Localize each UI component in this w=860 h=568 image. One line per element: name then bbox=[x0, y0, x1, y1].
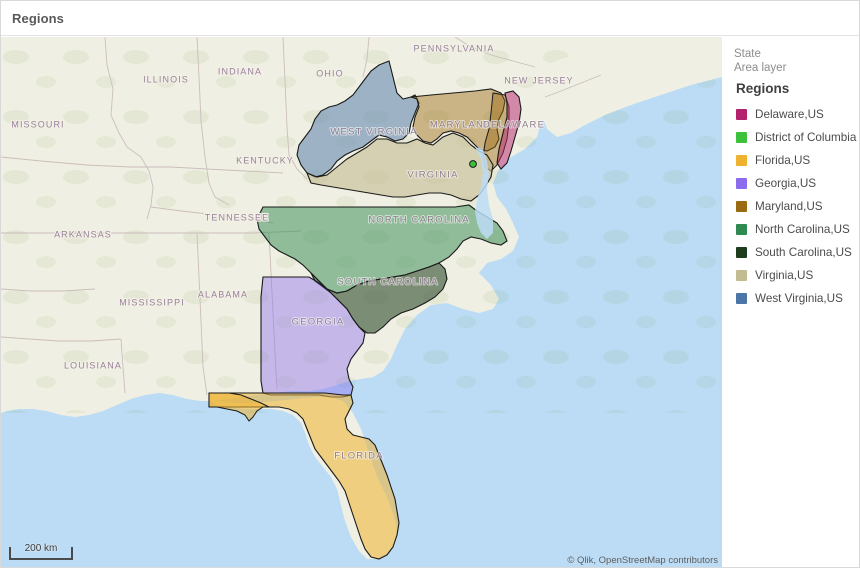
region-label: WEST VIRGINIA bbox=[330, 127, 417, 138]
legend-item-label: Maryland,US bbox=[755, 200, 823, 213]
legend-item-label: South Carolina,US bbox=[755, 246, 852, 259]
legend-color-swatch bbox=[736, 109, 747, 120]
legend-item[interactable]: Maryland,US bbox=[736, 195, 859, 218]
state-label: MISSISSIPPI bbox=[119, 297, 185, 307]
map-attribution: © Qlik, OpenStreetMap contributors bbox=[567, 555, 718, 566]
legend-color-swatch bbox=[736, 155, 747, 166]
legend-color-swatch bbox=[736, 132, 747, 143]
region-label: GEORGIA bbox=[292, 317, 345, 328]
map-svg: ILLINOIS INDIANA OHIO PENNSYLVANIA NEW JERSE… bbox=[1, 37, 722, 567]
region-label: NORTH CAROLINA bbox=[368, 215, 470, 226]
region-label: DELAWARE bbox=[483, 120, 545, 131]
legend-item[interactable]: Delaware,US bbox=[736, 103, 859, 126]
legend-color-swatch bbox=[736, 201, 747, 212]
legend-item-label: Georgia,US bbox=[755, 177, 817, 190]
scale-bar: 200 km bbox=[9, 543, 73, 560]
legend-item[interactable]: Virginia,US bbox=[736, 264, 859, 287]
region-label: VIRGINIA bbox=[407, 170, 458, 181]
legend-item-label: North Carolina,US bbox=[755, 223, 850, 236]
legend-item[interactable]: District of Columbia bbox=[736, 126, 859, 149]
legend-item[interactable]: West Virginia,US bbox=[736, 287, 859, 310]
state-label: PENNSYLVANIA bbox=[414, 43, 495, 53]
scale-bar-label: 200 km bbox=[24, 543, 58, 554]
legend-item[interactable]: North Carolina,US bbox=[736, 218, 859, 241]
region-district-of-columbia bbox=[469, 160, 477, 168]
chart-header: Regions bbox=[1, 1, 859, 36]
legend-dimension-name: State bbox=[734, 48, 761, 60]
state-label: ALABAMA bbox=[198, 289, 248, 299]
map-visualization: Regions ILLINOIS INDIANA OHIO PENNSYLVAN… bbox=[0, 0, 860, 568]
legend-item[interactable]: South Carolina,US bbox=[736, 241, 859, 264]
state-label: NEW JERSEY bbox=[504, 75, 574, 85]
legend-item-label: Florida,US bbox=[755, 154, 811, 167]
map-canvas[interactable]: ILLINOIS INDIANA OHIO PENNSYLVANIA NEW JERSE… bbox=[1, 37, 722, 567]
legend-color-swatch bbox=[736, 224, 747, 235]
map-legend: State Area layer Regions Delaware,US Dist… bbox=[723, 37, 859, 567]
legend-layer-name: Area layer bbox=[734, 62, 787, 74]
page-title: Regions bbox=[12, 10, 64, 26]
state-label: INDIANA bbox=[218, 66, 262, 76]
state-label: KENTUCKY bbox=[236, 155, 294, 165]
legend-item-label: Virginia,US bbox=[755, 269, 814, 282]
legend-item-label: Delaware,US bbox=[755, 108, 824, 121]
legend-item[interactable]: Georgia,US bbox=[736, 172, 859, 195]
state-label: ILLINOIS bbox=[143, 74, 189, 84]
legend-color-swatch bbox=[736, 293, 747, 304]
legend-item[interactable]: Florida,US bbox=[736, 149, 859, 172]
legend-color-swatch bbox=[736, 270, 747, 281]
state-label: LOUISIANA bbox=[64, 360, 122, 370]
state-label: ARKANSAS bbox=[54, 229, 112, 239]
legend-color-swatch bbox=[736, 247, 747, 258]
legend-item-label: West Virginia,US bbox=[755, 292, 843, 305]
region-label: SOUTH CAROLINA bbox=[337, 277, 438, 288]
state-label: MISSOURI bbox=[11, 119, 64, 129]
region-label: FLORIDA bbox=[334, 451, 384, 462]
state-label: TENNESSEE bbox=[205, 212, 269, 222]
legend-color-swatch bbox=[736, 178, 747, 189]
legend-item-list: Delaware,US District of Columbia Florida,U… bbox=[734, 103, 859, 310]
legend-item-label: District of Columbia bbox=[755, 131, 857, 144]
legend-title: Regions bbox=[736, 81, 790, 96]
state-label: OHIO bbox=[316, 68, 343, 78]
